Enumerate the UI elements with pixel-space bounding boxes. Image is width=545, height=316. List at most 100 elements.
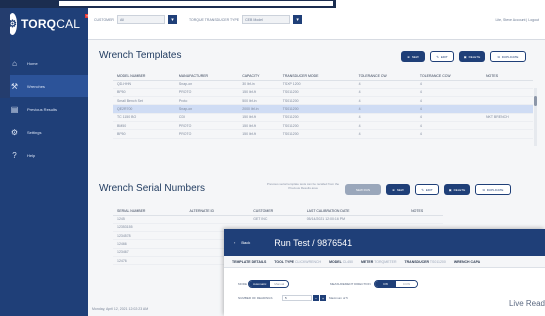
template-delete-button[interactable]: ▣ DELETE <box>459 51 485 62</box>
table-row[interactable]: BM50 PROTO 150 lbf-ft TS011200 4 4 <box>113 121 533 131</box>
serial-numbers-title: Wrench Serial Numbers <box>99 183 205 194</box>
column-header[interactable]: NOTES <box>482 72 533 81</box>
column-header[interactable]: CUSTOMER <box>249 207 303 216</box>
copy-icon: ⧉ <box>497 54 500 59</box>
chevron-left-icon: ‹ <box>234 240 236 245</box>
background-window-top <box>0 0 336 8</box>
column-header[interactable]: TOLERANCE CCW <box>415 72 483 81</box>
column-header[interactable]: LAST CALIBRATION DATE <box>302 207 408 216</box>
sidebar-item-wrenches[interactable]: ⚒ Wrenches <box>0 75 88 97</box>
table-cell: QE2R700 <box>113 104 175 114</box>
sidebar-item-home[interactable]: ⌂ Home <box>0 52 88 74</box>
table-row[interactable]: BP50 PROTO 150 lbf-ft TS011200 4 4 <box>113 129 533 139</box>
mode-toggle[interactable]: Automatic Manual <box>248 280 290 288</box>
table-cell: TS011200 <box>278 96 355 106</box>
transducer-filter: TORQUE TRANSDUCER TYPE CEB Model ▾ <box>188 15 303 24</box>
mode-automatic-option[interactable]: Automatic <box>249 281 271 287</box>
tab-meter[interactable]: METER TORQMETER <box>361 260 396 264</box>
table-cell: TS011200 <box>278 121 355 131</box>
transducer-dropdown-button[interactable]: ▾ <box>293 15 303 24</box>
readings-note: Maximum of 5 <box>329 296 348 300</box>
help-icon: ? <box>12 150 17 160</box>
readings-increment-button[interactable]: + <box>320 295 326 301</box>
column-header[interactable]: MANUFACTURER <box>174 72 239 81</box>
mode-manual-option[interactable]: Manual <box>270 281 289 287</box>
sidebar-item-previous-results[interactable]: ▤ Previous Results <box>0 98 88 120</box>
wrench-templates-table: MODEL NUMBER MANUFACTURER CAPACITY TRANSDUC… <box>113 72 533 139</box>
sidebar-item-help[interactable]: ? Help <box>0 144 88 166</box>
sidebar-item-settings[interactable]: ⚙ Settings <box>0 121 88 143</box>
template-edit-button[interactable]: ✎ EDIT <box>430 51 454 62</box>
tab-label: METER <box>361 259 374 264</box>
transducer-label: TORQUE TRANSDUCER TYPE <box>188 17 240 22</box>
table-row[interactable]: Small Bench Set Proto 500 lbf-in TS011200 4 4 <box>113 96 533 106</box>
customer-label: CUSTOMER <box>94 17 114 22</box>
table-cell: 123467 <box>113 248 186 258</box>
serial-new-button[interactable]: ⊕ NEW <box>386 184 410 195</box>
tab-value: CL450 <box>342 259 354 264</box>
table-cell <box>482 80 533 89</box>
sidebar-item-label: Settings <box>27 129 42 135</box>
table-cell: 12476 <box>113 256 186 266</box>
table-header-row: SERIAL NUMBER ALTERNATE ID CUSTOMER LAST CA… <box>113 207 443 216</box>
column-header[interactable]: SERIAL NUMBER <box>113 207 186 216</box>
table-cell: TS011200 <box>278 88 355 98</box>
button-label: DUPLICATE <box>501 54 519 59</box>
tab-tool-type[interactable]: TOOL TYPE CLICKWRENCH <box>274 260 321 264</box>
tab-template-details[interactable]: TEMPLATE DETAILS <box>232 260 266 264</box>
sidebar-item-label: Previous Results <box>27 106 58 112</box>
table-cell: 4 <box>354 88 416 98</box>
readings-stepper: 5 − + Maximum of 5 <box>282 295 348 301</box>
logo-suffix: CAL <box>56 17 81 31</box>
column-header[interactable]: NOTES <box>407 207 443 216</box>
tab-transducer[interactable]: TRANSDUCER TS011200 <box>405 260 446 264</box>
button-label: EDIT <box>425 187 433 192</box>
button-label: DELETE <box>468 54 481 59</box>
table-row[interactable]: QE2R700 Snap-on 2000 lbf-in TS011200 4 4 <box>113 104 533 114</box>
background-window-edge <box>0 0 10 98</box>
table-row[interactable]: BP50 PROTO 150 lbf-ft TS011200 4 4 <box>113 88 533 98</box>
column-header[interactable]: ALTERNATE ID <box>185 207 250 216</box>
column-header[interactable]: TOLERANCE CW <box>354 72 416 81</box>
readings-input[interactable]: 5 <box>282 295 312 301</box>
templates-scrollbar[interactable] <box>534 88 537 146</box>
table-cell: 30 lbf-in <box>238 80 279 89</box>
serial-duplicate-button[interactable]: ⧉ DUPLICATE <box>475 184 511 195</box>
table-cell: TS011200 <box>278 104 355 114</box>
tab-model[interactable]: MODEL CL450 <box>329 260 353 264</box>
sidebar-nav: ⌂ Home ⚒ Wrenches ▤ Previous Results ⚙ S… <box>0 52 88 166</box>
table-cell: Proto <box>174 96 239 106</box>
wrench-icon: ⚒ <box>10 81 19 91</box>
wrench-templates-title: Wrench Templates <box>99 50 182 61</box>
table-row[interactable]: TC 1150 BO CDI 150 lbf-ft TS011200 4 4 NKT BRE… <box>113 113 533 123</box>
new-run-button[interactable]: NEW RUN <box>345 184 381 195</box>
scrollbar-thumb[interactable] <box>534 96 537 106</box>
table-cell: 12466 <box>113 239 186 249</box>
user-account-link[interactable]: Lite, Steve Account | Logout <box>495 18 539 22</box>
customer-select[interactable]: All <box>116 15 165 24</box>
table-cell: 4 <box>354 129 416 139</box>
table-cell: TS011200 <box>278 129 355 139</box>
table-row[interactable]: 1245 GET INC 05/14/2021 12:00:16 PM <box>113 215 443 224</box>
template-new-button[interactable]: ⊕ NEW <box>401 51 425 62</box>
column-header[interactable]: CAPACITY <box>238 72 279 81</box>
button-label: DELETE <box>453 187 466 192</box>
readings-decrement-button[interactable]: − <box>313 295 319 301</box>
serial-delete-button[interactable]: ▣ DELETE <box>444 184 470 195</box>
table-row[interactable]: QD-HHN Snap-on 30 lbf-in TSXP 1200 4 4 <box>113 80 533 89</box>
direction-ccw-option[interactable]: CCW <box>396 281 417 287</box>
button-label: NEW RUN <box>355 187 371 192</box>
table-cell: 4 <box>415 104 483 114</box>
back-button[interactable]: ‹ Back <box>234 240 250 245</box>
mode-label: MODE <box>238 282 247 286</box>
column-header[interactable]: TRANSDUCER MODE <box>278 72 355 81</box>
transducer-select[interactable]: CEB Model <box>242 15 291 24</box>
tab-wrench-capacity[interactable]: WRENCH CAPA <box>454 260 480 264</box>
direction-toggle[interactable]: CW CCW <box>374 280 418 288</box>
customer-dropdown-button[interactable]: ▾ <box>167 15 177 24</box>
trash-icon: ▣ <box>463 54 467 59</box>
serial-edit-button[interactable]: ✎ EDIT <box>415 184 439 195</box>
column-header[interactable]: MODEL NUMBER <box>113 72 175 81</box>
direction-cw-option[interactable]: CW <box>375 281 396 287</box>
template-duplicate-button[interactable]: ⧉ DUPLICATE <box>490 51 526 62</box>
